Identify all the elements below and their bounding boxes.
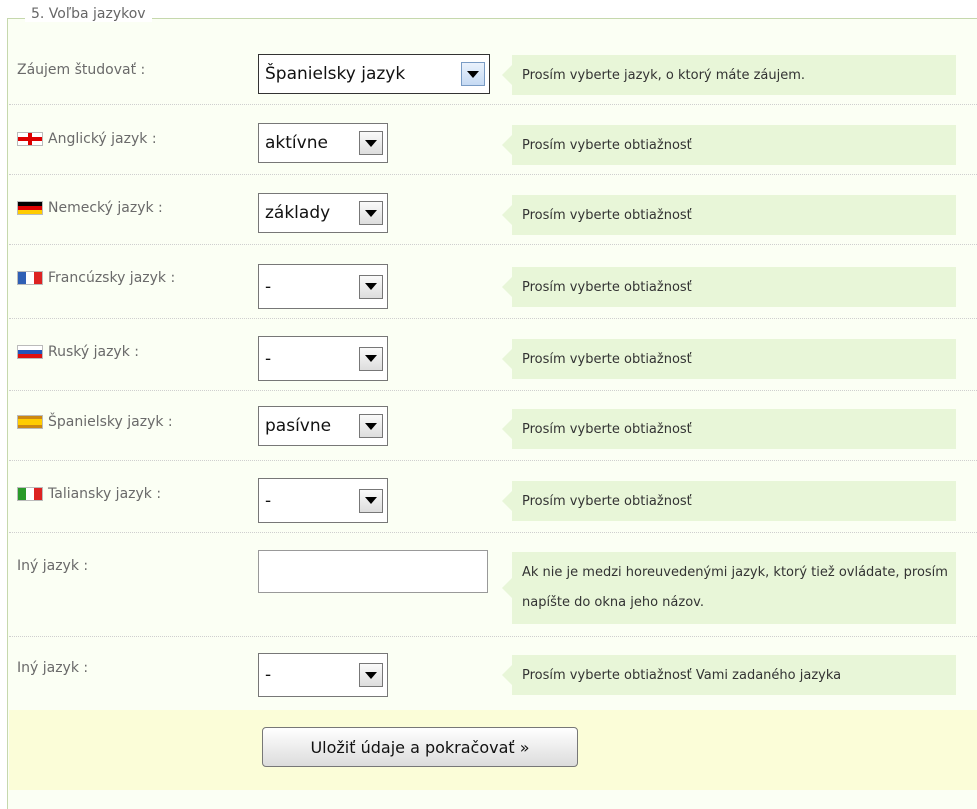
russian-level-value: - bbox=[265, 348, 272, 369]
row-divider bbox=[9, 390, 977, 391]
interest-label-text: Záujem študovať : bbox=[17, 62, 146, 78]
english-level-value: aktívne bbox=[265, 133, 328, 153]
spanish-label: Španielsky jazyk : bbox=[17, 414, 173, 430]
interest-hint: Prosím vyberte jazyk, o ktorý máte záuje… bbox=[502, 55, 956, 95]
german-level-value: základy bbox=[265, 203, 331, 223]
chevron-down-icon[interactable] bbox=[359, 201, 383, 225]
other-language-label-text: Iný jazyk : bbox=[17, 558, 89, 574]
row-divider bbox=[9, 244, 977, 245]
row-divider bbox=[9, 460, 977, 461]
french-flag-icon bbox=[17, 271, 43, 285]
russian-label-text: Ruský jazyk : bbox=[48, 344, 139, 360]
italian-hint-text: Prosím vyberte obtiažnosť bbox=[522, 493, 692, 509]
italian-label: Taliansky jazyk : bbox=[17, 486, 161, 502]
chevron-down-icon[interactable] bbox=[359, 131, 383, 155]
other-language-hint: Ak nie je medzi horeuvedenými jazyk, kto… bbox=[502, 552, 956, 624]
german-hint: Prosím vyberte obtiažnosť bbox=[502, 195, 956, 235]
row-divider bbox=[9, 174, 977, 175]
chevron-down-icon[interactable] bbox=[461, 62, 485, 86]
chevron-down-icon[interactable] bbox=[359, 488, 383, 513]
spanish-level-value: pasívne bbox=[265, 416, 332, 436]
row-divider bbox=[9, 532, 977, 533]
english-label: Anglický jazyk : bbox=[17, 131, 157, 147]
english-label-text: Anglický jazyk : bbox=[48, 131, 157, 147]
other-level-hint: Prosím vyberte obtiažnosť Vami zadaného … bbox=[502, 655, 956, 695]
spanish-level-select[interactable]: pasívne bbox=[258, 406, 388, 446]
italian-hint: Prosím vyberte obtiažnosť bbox=[502, 481, 956, 521]
english-hint-text: Prosím vyberte obtiažnosť bbox=[522, 137, 692, 153]
uk-flag-icon bbox=[17, 132, 43, 146]
other-level-value: - bbox=[265, 665, 272, 685]
other-language-hint-text: Ak nie je medzi horeuvedenými jazyk, kto… bbox=[522, 565, 948, 610]
french-label: Francúzsky jazyk : bbox=[17, 270, 175, 286]
section-title: 5. Voľba jazykov bbox=[25, 6, 152, 22]
german-flag-icon bbox=[17, 201, 43, 215]
chevron-down-icon[interactable] bbox=[359, 663, 383, 687]
german-label: Nemecký jazyk : bbox=[17, 200, 163, 216]
french-label-text: Francúzsky jazyk : bbox=[48, 270, 176, 286]
italian-level-select[interactable]: - bbox=[258, 478, 388, 523]
french-hint-text: Prosím vyberte obtiažnosť bbox=[522, 279, 692, 295]
russian-label: Ruský jazyk : bbox=[17, 344, 139, 360]
row-divider bbox=[9, 104, 977, 105]
other-language-input[interactable] bbox=[258, 550, 488, 593]
interest-select-value: Španielsky jazyk bbox=[265, 64, 406, 84]
spanish-label-text: Španielsky jazyk : bbox=[48, 414, 173, 430]
interest-hint-text: Prosím vyberte jazyk, o ktorý máte záuje… bbox=[522, 67, 806, 83]
row-divider bbox=[9, 636, 977, 637]
spanish-hint: Prosím vyberte obtiažnosť bbox=[502, 409, 956, 449]
chevron-down-icon[interactable] bbox=[359, 274, 383, 299]
spanish-flag-icon bbox=[17, 415, 43, 429]
german-label-text: Nemecký jazyk : bbox=[48, 200, 163, 216]
other-level-hint-text: Prosím vyberte obtiažnosť Vami zadaného … bbox=[522, 667, 842, 683]
spanish-hint-text: Prosím vyberte obtiažnosť bbox=[522, 421, 692, 437]
row-divider bbox=[9, 318, 977, 319]
italian-level-value: - bbox=[265, 490, 272, 511]
russian-level-select[interactable]: - bbox=[258, 336, 388, 381]
interest-label: Záujem študovať : bbox=[17, 62, 145, 78]
german-hint-text: Prosím vyberte obtiažnosť bbox=[522, 207, 692, 223]
russian-hint-text: Prosím vyberte obtiažnosť bbox=[522, 351, 692, 367]
italian-label-text: Taliansky jazyk : bbox=[48, 486, 162, 502]
french-hint: Prosím vyberte obtiažnosť bbox=[502, 267, 956, 307]
other-level-label-text: Iný jazyk : bbox=[17, 660, 89, 676]
other-level-select[interactable]: - bbox=[258, 653, 388, 697]
italian-flag-icon bbox=[17, 487, 43, 501]
english-level-select[interactable]: aktívne bbox=[258, 123, 388, 163]
chevron-down-icon[interactable] bbox=[359, 414, 383, 438]
english-hint: Prosím vyberte obtiažnosť bbox=[502, 125, 956, 165]
german-level-select[interactable]: základy bbox=[258, 193, 388, 233]
french-level-select[interactable]: - bbox=[258, 264, 388, 309]
russian-flag-icon bbox=[17, 345, 43, 359]
russian-hint: Prosím vyberte obtiažnosť bbox=[502, 339, 956, 379]
interest-select[interactable]: Španielsky jazyk bbox=[258, 54, 490, 94]
other-level-label: Iný jazyk : bbox=[17, 660, 88, 676]
chevron-down-icon[interactable] bbox=[359, 346, 383, 371]
other-language-label: Iný jazyk : bbox=[17, 558, 88, 574]
save-and-continue-button[interactable]: Uložiť údaje a pokračovať » bbox=[262, 727, 578, 767]
french-level-value: - bbox=[265, 276, 272, 297]
